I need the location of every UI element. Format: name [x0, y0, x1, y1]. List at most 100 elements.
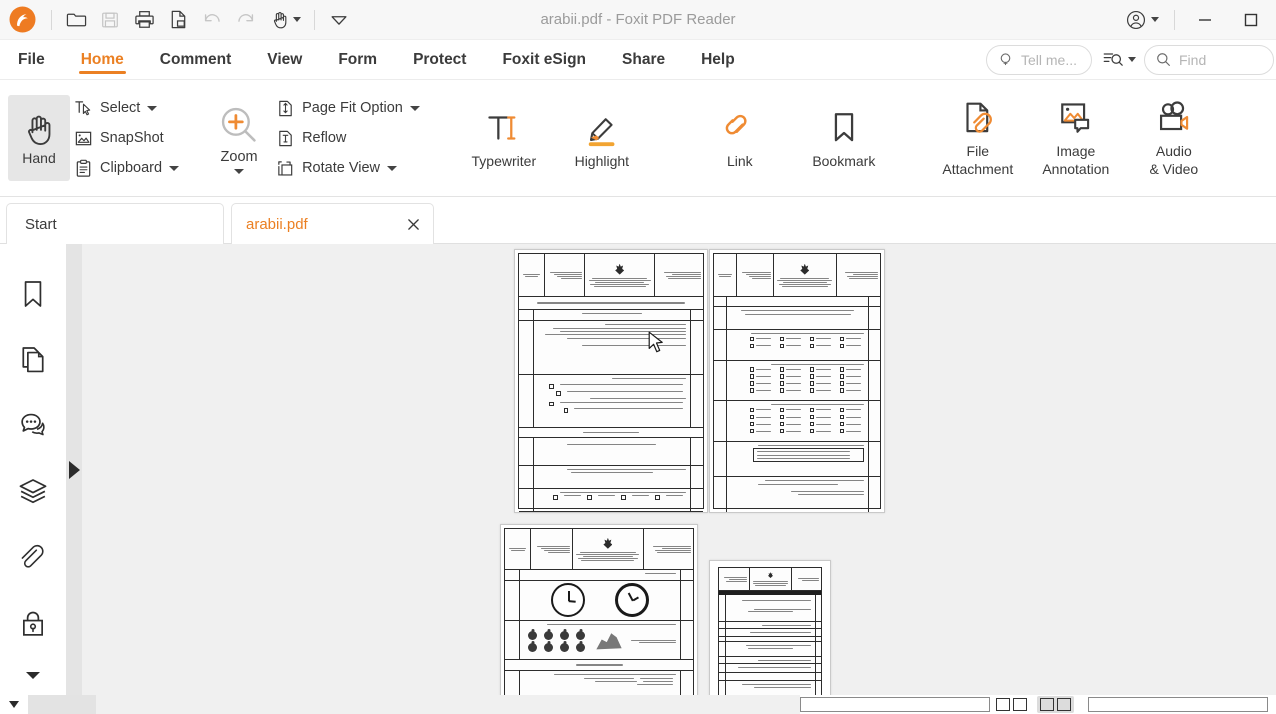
ribbon-group-links: Link Bookmark: [679, 80, 905, 196]
account-button[interactable]: [1117, 9, 1167, 31]
hand-tool-chevron-down-icon[interactable]: [292, 17, 301, 22]
save-as-icon[interactable]: [161, 5, 195, 35]
tab-protect[interactable]: Protect: [395, 40, 484, 79]
rotate-view-button[interactable]: Rotate View: [272, 154, 427, 182]
sidebar-item-layers[interactable]: [11, 470, 55, 514]
doc-tab-start[interactable]: Start: [6, 203, 224, 244]
page-container: [82, 244, 1276, 695]
undo-icon[interactable]: [195, 5, 229, 35]
zoom-chevron-down-icon[interactable]: [234, 168, 245, 174]
audio-video-button[interactable]: Audio & Video: [1131, 90, 1217, 186]
bookmark-button[interactable]: Bookmark: [801, 90, 887, 186]
tab-foxit-esign[interactable]: Foxit eSign: [484, 40, 604, 79]
sidebar-item-attachments[interactable]: [11, 536, 55, 580]
link-label: Link: [726, 152, 753, 169]
sidebar-item-comments[interactable]: [11, 404, 55, 448]
hand-button[interactable]: Hand: [8, 95, 70, 181]
ribbon-group-insert: File Attachment Image Annotation Audio &…: [925, 80, 1227, 196]
ribbon-group-sign: Fill & Sign: [1247, 80, 1276, 196]
print-icon[interactable]: [127, 5, 161, 35]
select-chevron-down-icon[interactable]: [147, 105, 158, 111]
page-fit-option-label: Page Fit Option: [302, 100, 403, 116]
lock-icon: [23, 611, 43, 636]
ribbon-tab-bar: File Home Comment View Form Protect Foxi…: [0, 40, 1276, 80]
peek-block: [28, 695, 96, 714]
minimize-button[interactable]: [1182, 0, 1228, 40]
window-controls: [1117, 0, 1276, 39]
tab-home[interactable]: Home: [63, 40, 142, 79]
page-3-scan: [501, 525, 697, 695]
rotate-view-chevron-down-icon[interactable]: [387, 165, 397, 171]
rotate-view-icon: [278, 160, 293, 176]
save-icon[interactable]: [93, 5, 127, 35]
search-chevron-down-icon[interactable]: [1128, 57, 1136, 62]
navigation-pane-expander[interactable]: [67, 244, 82, 695]
ribbon-group-comment: Typewriter Highlight: [447, 80, 659, 196]
image-annotation-button[interactable]: Image Annotation: [1033, 90, 1119, 186]
typewriter-button[interactable]: Typewriter: [461, 90, 547, 186]
tab-share[interactable]: Share: [604, 40, 683, 79]
snapshot-icon: [75, 131, 92, 145]
page-thumbnail-3[interactable]: [500, 524, 698, 695]
open-icon[interactable]: [59, 5, 93, 35]
doc-tab-arabii-pdf[interactable]: arabii.pdf: [231, 203, 434, 244]
select-button[interactable]: Select: [70, 94, 186, 122]
zoom-button[interactable]: Zoom: [206, 80, 272, 196]
image-annotation-label-line1: Image: [1056, 142, 1096, 159]
peek-button-group-1[interactable]: [996, 698, 1027, 711]
peek-button-group-2[interactable]: [1037, 696, 1074, 713]
hand-tool-icon[interactable]: [263, 5, 307, 35]
document-viewer[interactable]: [82, 244, 1276, 695]
peek-text-input[interactable]: [800, 697, 990, 712]
reflow-label: Reflow: [302, 130, 347, 146]
find-input[interactable]: Find: [1144, 44, 1274, 75]
page-thumbnail-4[interactable]: [709, 560, 831, 695]
redo-icon[interactable]: [229, 5, 263, 35]
maximize-button[interactable]: [1228, 0, 1274, 40]
tab-help[interactable]: Help: [683, 40, 753, 79]
lightbulb-icon: [1000, 53, 1011, 66]
page-fit-option-button[interactable]: Page Fit Option: [272, 94, 427, 122]
link-button[interactable]: Link: [697, 90, 783, 186]
page-thumbnail-2[interactable]: [709, 249, 885, 513]
clipboard-label: Clipboard: [100, 160, 163, 176]
page-2-scan: [710, 250, 884, 512]
account-chevron-down-icon[interactable]: [1151, 17, 1159, 22]
search-options-icon: [1103, 53, 1123, 66]
audio-video-icon: [1159, 101, 1189, 130]
titlebar-separator-1: [51, 9, 52, 30]
sidebar-item-page-thumbnails[interactable]: [11, 338, 55, 382]
nav-more-button[interactable]: [0, 669, 66, 681]
find-placeholder-text: Find: [1179, 51, 1207, 68]
page-fit-icon: [279, 100, 292, 116]
tell-me-input[interactable]: Tell me...: [985, 44, 1092, 75]
clock-illustration-1: [551, 583, 586, 618]
ribbon-home: Hand Select SnapShot Clipboard Zoom Page…: [0, 80, 1276, 197]
file-attachment-button[interactable]: File Attachment: [935, 90, 1021, 186]
tab-view[interactable]: View: [249, 40, 320, 79]
sidebar-item-security[interactable]: [11, 602, 55, 646]
tab-form[interactable]: Form: [320, 40, 395, 79]
expand-arrow-icon: [69, 460, 80, 479]
search-options-button[interactable]: [1096, 49, 1140, 70]
background-window-strip: [0, 695, 1276, 714]
reflow-icon: [279, 130, 292, 146]
customize-toolbar-icon[interactable]: [322, 5, 356, 35]
reflow-button[interactable]: Reflow: [272, 124, 427, 152]
clipboard-button[interactable]: Clipboard: [70, 154, 186, 182]
tab-file[interactable]: File: [0, 40, 63, 79]
document-tab-strip: Start arabii.pdf: [0, 197, 1276, 244]
clipboard-chevron-down-icon[interactable]: [169, 165, 180, 171]
snapshot-button[interactable]: SnapShot: [70, 124, 186, 152]
close-icon[interactable]: [405, 216, 421, 232]
snapshot-label: SnapShot: [100, 130, 164, 146]
page-thumbnail-1[interactable]: [514, 249, 708, 513]
sidebar-item-bookmarks[interactable]: [11, 272, 55, 316]
status-bar: [0, 695, 1276, 714]
page-fit-chevron-down-icon[interactable]: [409, 105, 420, 111]
peek-text-input-2[interactable]: [1088, 697, 1268, 712]
fill-and-sign-button[interactable]: Fill & Sign: [1257, 90, 1276, 186]
tab-comment[interactable]: Comment: [142, 40, 249, 79]
view-stack: Page Fit Option Reflow Rotate View: [272, 80, 427, 196]
highlight-button[interactable]: Highlight: [559, 90, 645, 186]
